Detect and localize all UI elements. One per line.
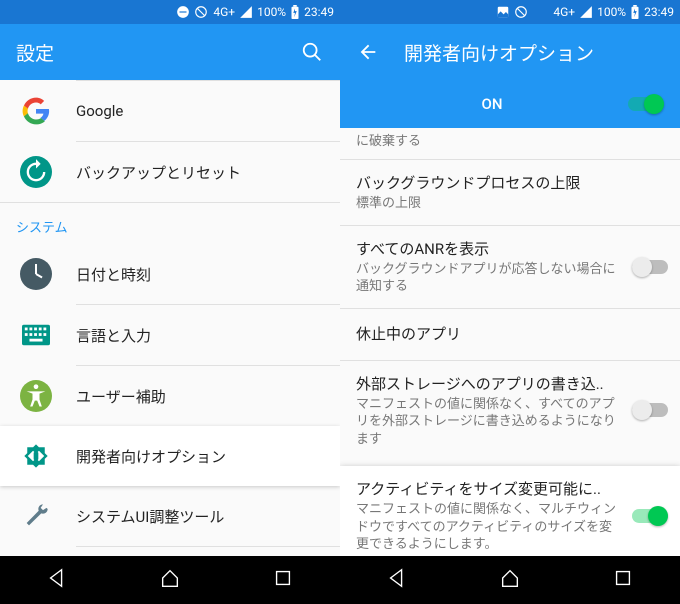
setting-title: 外部ストレージへのアプリの書き込..	[356, 373, 664, 394]
app-bar: 開発者向けオプション	[340, 24, 680, 80]
clock-label: 23:49	[304, 5, 334, 19]
list-item-google[interactable]: Google	[0, 81, 340, 141]
page-title: 開発者向けオプション	[404, 39, 664, 66]
battery-icon	[290, 5, 300, 19]
list-item-accessibility[interactable]: ユーザー補助	[0, 366, 340, 426]
item-label: バックアップとリセット	[76, 162, 324, 183]
setting-subtitle: マニフェストの値に関係なく、すべてのアプリを外部ストレージに書き込めるようになり…	[356, 396, 664, 449]
keyboard-icon	[16, 315, 56, 355]
nav-back-icon[interactable]	[46, 567, 68, 593]
signal-icon	[239, 5, 253, 19]
battery-icon	[630, 5, 640, 19]
developer-list: に破棄する バックグラウンドプロセスの上限 標準の上限 すべてのANRを表示 バ…	[340, 128, 680, 556]
backup-icon	[16, 152, 56, 192]
developer-icon	[16, 436, 56, 476]
item-label: 言語と入力	[76, 325, 324, 346]
list-item-backup[interactable]: バックアップとリセット	[0, 142, 340, 202]
setting-title: アクティビティをサイズ変更可能に..	[356, 478, 664, 499]
setting-title: 休止中のアプリ	[356, 323, 664, 344]
setting-extstorage[interactable]: 外部ストレージへのアプリの書き込.. マニフェストの値に関係なく、すべてのアプリ…	[340, 361, 680, 461]
google-icon	[16, 91, 56, 131]
cut-off-item: に破棄する	[340, 128, 680, 159]
phone-right-developer: 4G+ 100% 23:49 開発者向けオプション ON に破棄する バックグラ…	[340, 0, 680, 604]
dnd-icon	[176, 5, 190, 19]
list-item-systemui[interactable]: システムUI調整ツール	[0, 486, 340, 546]
master-toggle[interactable]	[628, 94, 664, 114]
nav-recent-icon[interactable]	[612, 567, 634, 593]
list-item-about[interactable]: 端末情報	[0, 547, 340, 556]
nav-home-icon[interactable]	[159, 567, 181, 593]
nav-bar	[340, 556, 680, 604]
no-rotate-icon	[194, 5, 208, 19]
wrench-icon	[16, 496, 56, 536]
settings-list: Google バックアップとリセット システム 日付と時刻 言語と入力	[0, 80, 340, 556]
anr-toggle[interactable]	[632, 257, 668, 277]
status-bar: 4G+ 100% 23:49	[340, 0, 680, 24]
setting-subtitle: バックグラウンドアプリが応答しない場合に通知する	[356, 261, 664, 296]
setting-resize[interactable]: アクティビティをサイズ変更可能に.. マニフェストの値に関係なく、マルチウィンド…	[340, 466, 680, 556]
section-system: システム	[0, 203, 340, 244]
setting-anr[interactable]: すべてのANRを表示 バックグラウンドアプリが応答しない場合に通知する	[340, 226, 680, 308]
search-icon[interactable]	[300, 40, 324, 64]
clock-icon	[16, 254, 56, 294]
phone-left-settings: 4G+ 100% 23:49 設定 Google バックアップとリセット システ…	[0, 0, 340, 604]
nav-home-icon[interactable]	[499, 567, 521, 593]
accessibility-icon	[16, 376, 56, 416]
signal-icon	[579, 5, 593, 19]
page-title: 設定	[16, 39, 300, 66]
screenshot-icon	[496, 5, 510, 19]
on-label: ON	[356, 95, 628, 113]
setting-subtitle: マニフェストの値に関係なく、マルチウィンドウですべてのアクティビティのサイズを変…	[356, 501, 664, 554]
network-label: 4G+	[553, 5, 575, 19]
status-bar: 4G+ 100% 23:49	[0, 0, 340, 24]
item-label: 開発者向けオプション	[76, 446, 324, 467]
battery-label: 100%	[597, 5, 626, 19]
item-label: 日付と時刻	[76, 264, 324, 285]
nav-recent-icon[interactable]	[272, 567, 294, 593]
app-bar: 設定	[0, 24, 340, 80]
setting-sleepapps[interactable]: 休止中のアプリ	[340, 309, 680, 360]
clock-label: 23:49	[644, 5, 674, 19]
item-label: Google	[76, 102, 324, 120]
list-item-language[interactable]: 言語と入力	[0, 305, 340, 365]
network-label: 4G+	[213, 5, 235, 19]
no-rotate-icon	[514, 5, 528, 19]
setting-title: バックグラウンドプロセスの上限	[356, 172, 664, 193]
back-arrow-icon[interactable]	[356, 40, 380, 64]
battery-label: 100%	[257, 5, 286, 19]
item-label: システムUI調整ツール	[76, 506, 324, 527]
item-label: ユーザー補助	[76, 386, 324, 407]
setting-title: すべてのANRを表示	[356, 238, 664, 259]
list-item-developer[interactable]: 開発者向けオプション	[0, 426, 340, 486]
nav-back-icon[interactable]	[386, 567, 408, 593]
developer-on-bar: ON	[340, 80, 680, 128]
resize-toggle[interactable]	[632, 506, 668, 526]
list-item-datetime[interactable]: 日付と時刻	[0, 244, 340, 304]
setting-subtitle: 標準の上限	[356, 195, 664, 213]
nav-bar	[0, 556, 340, 604]
setting-bgproc[interactable]: バックグラウンドプロセスの上限 標準の上限	[340, 160, 680, 225]
extstorage-toggle[interactable]	[632, 400, 668, 420]
